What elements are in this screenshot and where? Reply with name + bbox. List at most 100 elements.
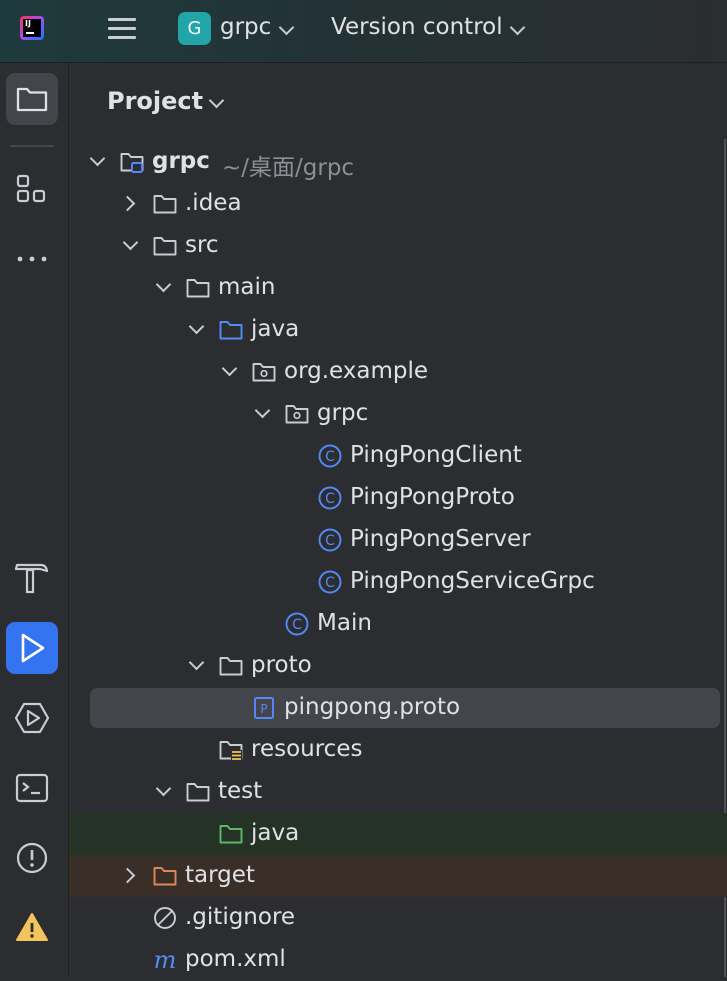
java-class-icon: C	[318, 570, 342, 594]
tree-row[interactable]: src	[69, 225, 727, 267]
tool-window-strip	[0, 63, 69, 977]
services-tool-button[interactable]	[6, 692, 58, 744]
folder-icon	[186, 783, 210, 802]
tree-row[interactable]: .gitignore	[69, 897, 727, 939]
services-icon	[14, 702, 50, 734]
source-folder-icon	[219, 321, 243, 340]
terminal-tool-button[interactable]	[6, 762, 58, 814]
main-menu-icon[interactable]	[107, 14, 137, 44]
problems-tool-button[interactable]	[6, 832, 58, 884]
svg-text:P: P	[260, 702, 267, 716]
tree-item-label: resources	[251, 736, 363, 762]
vcs-label: Version control	[331, 14, 503, 40]
tree-row[interactable]: target	[69, 855, 727, 897]
warning-icon	[16, 913, 48, 941]
notifications-warning-button[interactable]	[6, 902, 58, 954]
chevron-right-icon[interactable]	[119, 867, 136, 884]
project-tool-button[interactable]	[6, 73, 58, 125]
maven-icon: m	[154, 948, 177, 972]
tree-row[interactable]: java	[69, 309, 727, 351]
tree-row[interactable]: .idea	[69, 183, 727, 225]
java-class-icon: C	[318, 486, 342, 510]
folder-icon	[153, 237, 177, 256]
tree-row[interactable]: C PingPongServer	[69, 519, 727, 561]
project-name: grpc	[220, 14, 272, 40]
tree-row[interactable]: proto	[69, 645, 727, 687]
tree-item-label: .idea	[185, 190, 242, 216]
structure-tool-button[interactable]	[6, 163, 58, 215]
tree-row[interactable]: grpc ~/桌面/grpc	[69, 141, 727, 183]
tree-row[interactable]: test	[69, 771, 727, 813]
chevron-down-icon[interactable]	[254, 402, 271, 419]
tree-row[interactable]: java	[69, 813, 727, 855]
resources-folder-icon	[219, 741, 243, 761]
tree-item-label: src	[185, 232, 219, 258]
tree-item-label: java	[251, 316, 300, 342]
tree-row[interactable]: C Main	[69, 603, 727, 645]
build-tool-button[interactable]	[6, 552, 58, 604]
tree-row[interactable]: main	[69, 267, 727, 309]
chevron-down-icon	[509, 19, 526, 36]
tree-item-label: pingpong.proto	[284, 694, 461, 720]
folder-icon	[186, 279, 210, 298]
chevron-right-icon[interactable]	[119, 195, 136, 212]
more-tools-button[interactable]	[6, 233, 58, 285]
chevron-down-icon[interactable]	[188, 654, 205, 671]
structure-icon	[16, 174, 46, 203]
tree-item-label: PingPongClient	[350, 442, 522, 468]
test-folder-icon	[219, 825, 243, 844]
chevron-down-icon[interactable]	[188, 318, 205, 335]
tree-item-label: .gitignore	[185, 904, 296, 930]
svg-text:C: C	[325, 575, 335, 591]
tree-item-path-hint: ~/桌面/grpc	[222, 155, 355, 181]
panel-title: Project	[107, 87, 204, 115]
problems-icon	[16, 842, 48, 874]
tree-row[interactable]: org.example	[69, 351, 727, 393]
tree-row[interactable]: C PingPongServiceGrpc	[69, 561, 727, 603]
tree-item-label: Main	[317, 610, 372, 636]
chevron-down-icon	[278, 19, 295, 36]
tree-row[interactable]: grpc	[69, 393, 727, 435]
intellij-idea-logo[interactable]: IJ	[20, 16, 44, 40]
chevron-down-icon[interactable]	[155, 780, 172, 797]
run-tool-button[interactable]	[6, 622, 58, 674]
tree-row[interactable]: Ppingpong.proto	[69, 687, 727, 729]
tree-item-label: PingPongProto	[350, 484, 515, 510]
folder-icon	[153, 195, 177, 214]
svg-text:m: m	[154, 948, 177, 972]
more-icon	[17, 256, 47, 262]
chevron-down-icon	[208, 92, 225, 109]
folder-icon	[219, 657, 243, 676]
excluded-folder-icon	[153, 867, 177, 886]
tree-item-label: main	[218, 274, 276, 300]
tree-row[interactable]: m pom.xml	[69, 939, 727, 981]
tree-row[interactable]: C PingPongProto	[69, 477, 727, 519]
chevron-down-icon[interactable]	[221, 360, 238, 377]
svg-text:C: C	[325, 449, 335, 465]
svg-text:C: C	[325, 533, 335, 549]
tree-item-label: pom.xml	[185, 946, 286, 972]
main-toolbar: IJ G grpc Version control	[0, 0, 727, 63]
tree-row[interactable]: resources	[69, 729, 727, 771]
proto-file-icon: P	[254, 697, 274, 719]
module-folder-icon	[120, 153, 144, 173]
ignored-file-icon	[154, 907, 176, 929]
project-badge: G	[178, 12, 211, 45]
tree-item-label: java	[251, 820, 300, 846]
package-icon	[252, 363, 276, 382]
chevron-down-icon[interactable]	[122, 234, 139, 251]
java-class-icon: C	[318, 444, 342, 468]
chevron-down-icon[interactable]	[89, 150, 106, 167]
tree-item-label: target	[185, 862, 255, 888]
terminal-icon	[15, 773, 49, 803]
svg-text:C: C	[292, 617, 302, 633]
tree-row[interactable]: C PingPongClient	[69, 435, 727, 477]
chevron-down-icon[interactable]	[155, 276, 172, 293]
java-class-icon: C	[285, 612, 309, 636]
java-class-icon: C	[318, 528, 342, 552]
tree-item-label: PingPongServiceGrpc	[350, 568, 595, 594]
tree-item-label: PingPongServer	[350, 526, 531, 552]
build-hammer-icon	[14, 563, 49, 594]
tree-item-label: grpc	[152, 148, 210, 174]
tree-item-label: org.example	[284, 358, 429, 384]
